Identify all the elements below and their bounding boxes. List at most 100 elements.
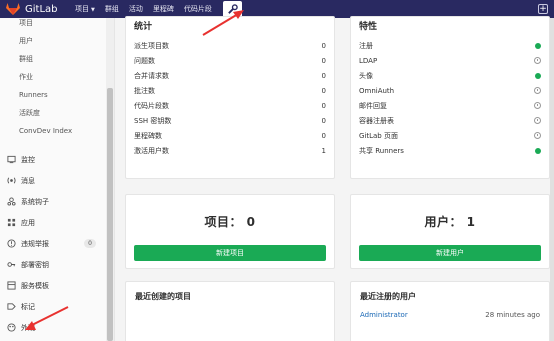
plus-icon[interactable]: +	[538, 4, 548, 14]
template-icon	[6, 281, 16, 291]
feature-label: OmniAuth	[359, 86, 395, 95]
new-project-button[interactable]: 新建项目	[134, 245, 326, 261]
sidebar-item-label: 消息	[21, 176, 35, 185]
nav-milestones[interactable]: 里程碑	[148, 4, 179, 14]
status-off-icon	[534, 132, 541, 139]
nav-activity[interactable]: 活动	[124, 4, 148, 14]
feature-row: OmniAuth	[351, 83, 549, 98]
stat-value: 0	[321, 86, 326, 95]
feature-label: 头像	[359, 71, 373, 80]
sidebar-item-label: 部署密钥	[21, 260, 49, 269]
feature-label: 注册	[359, 41, 373, 50]
sidebar-item-hooks[interactable]: 系统钩子	[0, 191, 114, 212]
stat-value: 0	[321, 131, 326, 140]
brand-name: GitLab	[25, 3, 58, 15]
sidebar-subitem-projects[interactable]: 项目	[0, 18, 114, 32]
nav-projects[interactable]: 项目 ▼	[70, 4, 100, 14]
sidebar-subitem-jobs[interactable]: 作业	[0, 68, 114, 86]
gitlab-logo-icon	[6, 3, 20, 15]
users-count-card: 用户： 1 新建用户	[350, 194, 550, 269]
list-item: Administrator 28 minutes ago	[351, 311, 549, 319]
latest-projects-card: 最近创建的项目	[125, 281, 335, 341]
status-off-icon	[534, 87, 541, 94]
monitor-icon	[6, 155, 16, 165]
stat-value: 0	[321, 56, 326, 65]
user-created-time: 28 minutes ago	[485, 311, 540, 319]
sidebar-subitem-users[interactable]: 用户	[0, 32, 114, 50]
feature-label: GitLab 页面	[359, 131, 398, 140]
nav-groups[interactable]: 群组	[100, 4, 124, 14]
feature-row: 邮件回复	[351, 98, 549, 113]
stat-row: 问题数 0	[126, 53, 334, 68]
feature-row: 注册	[351, 38, 549, 53]
sidebar-item-label: 应用	[21, 218, 35, 227]
label-icon	[6, 302, 16, 312]
status-off-icon	[534, 57, 541, 64]
status-on-icon	[535, 72, 541, 79]
brand[interactable]: GitLab	[0, 3, 62, 15]
stats-card: 统计 派生项目数 0 问题数 0 合并请求数 0 批注数 0 代码片段数 0 SSH 密钥数 0 里程碑…	[125, 16, 335, 179]
stat-value: 0	[321, 71, 326, 80]
sidebar-item-deploy-keys[interactable]: 部署密钥	[0, 254, 114, 275]
feature-row: LDAP	[351, 53, 549, 68]
sidebar-item-applications[interactable]: 应用	[0, 212, 114, 233]
feature-row: 容器注册表	[351, 113, 549, 128]
sidebar-scroll-thumb[interactable]	[107, 88, 113, 341]
projects-count: 项目： 0	[204, 215, 256, 229]
status-on-icon	[535, 147, 541, 154]
grid-icon	[6, 218, 16, 228]
key-icon	[6, 260, 16, 270]
stat-row: SSH 密钥数 0	[126, 113, 334, 128]
feature-label: 容器注册表	[359, 116, 394, 125]
stat-row: 里程碑数 0	[126, 128, 334, 143]
stat-row: 激活用户数 1	[126, 143, 334, 158]
stat-label: 派生项目数	[134, 41, 169, 50]
sidebar-item-messages[interactable]: 消息	[0, 170, 114, 191]
status-off-icon	[534, 117, 541, 124]
annotation-arrow-top	[202, 10, 244, 36]
stat-row: 合并请求数 0	[126, 68, 334, 83]
sidebar-subitem-groups[interactable]: 群组	[0, 50, 114, 68]
sidebar-item-label: 系统钩子	[21, 197, 49, 206]
sidebar-item-service-templates[interactable]: 服务模板	[0, 275, 114, 296]
stat-value: 0	[321, 116, 326, 125]
stat-label: 里程碑数	[134, 131, 162, 140]
stat-label: 问题数	[134, 56, 155, 65]
alert-icon	[6, 239, 16, 249]
stat-label: 合并请求数	[134, 71, 169, 80]
stat-value: 0	[321, 41, 326, 50]
latest-projects-title: 最近创建的项目	[135, 292, 191, 301]
feature-row: 头像	[351, 68, 549, 83]
page-scrollbar[interactable]	[550, 18, 554, 341]
abuse-count-badge: 0	[84, 239, 96, 248]
stat-label: 激活用户数	[134, 146, 169, 155]
admin-dashboard: 统计 派生项目数 0 问题数 0 合并请求数 0 批注数 0 代码片段数 0 SSH 密钥数 0 里程碑…	[115, 16, 554, 341]
feature-label: LDAP	[359, 56, 378, 65]
sidebar-item-label: 违规举报	[21, 239, 49, 248]
sidebar-subitem-runners[interactable]: Runners	[0, 86, 114, 104]
palette-icon	[6, 323, 16, 333]
stat-row: 代码片段数 0	[126, 98, 334, 113]
stat-label: 批注数	[134, 86, 155, 95]
sidebar-item-monitoring[interactable]: 监控	[0, 149, 114, 170]
sidebar-scrollbar[interactable]	[106, 18, 114, 341]
sidebar-subitem-activity[interactable]: 活跃度	[0, 104, 114, 122]
sidebar-item-abuse-reports[interactable]: 违规举报 0	[0, 233, 114, 254]
annotation-arrow-bottom	[25, 306, 69, 330]
chevron-down-icon: ▼	[91, 7, 95, 13]
features-card: 特性 注册 LDAP 头像 OmniAuth 邮件回复 容器注册表 GitLab 页面 共享 …	[350, 16, 550, 179]
new-user-button[interactable]: 新建用户	[359, 245, 541, 261]
stat-value: 0	[321, 101, 326, 110]
feature-row: GitLab 页面	[351, 128, 549, 143]
status-off-icon	[534, 102, 541, 109]
stat-value: 1	[321, 146, 326, 155]
sidebar-item-label: 监控	[21, 155, 35, 164]
stat-row: 派生项目数 0	[126, 38, 334, 53]
latest-users-title: 最近注册的用户	[360, 292, 416, 301]
stat-row: 批注数 0	[126, 83, 334, 98]
user-link[interactable]: Administrator	[360, 311, 408, 319]
sidebar-subitem-convdev[interactable]: ConvDev Index	[0, 122, 114, 140]
hook-icon	[6, 197, 16, 207]
users-count: 用户： 1	[424, 215, 476, 229]
feature-row: 共享 Runners	[351, 143, 549, 158]
